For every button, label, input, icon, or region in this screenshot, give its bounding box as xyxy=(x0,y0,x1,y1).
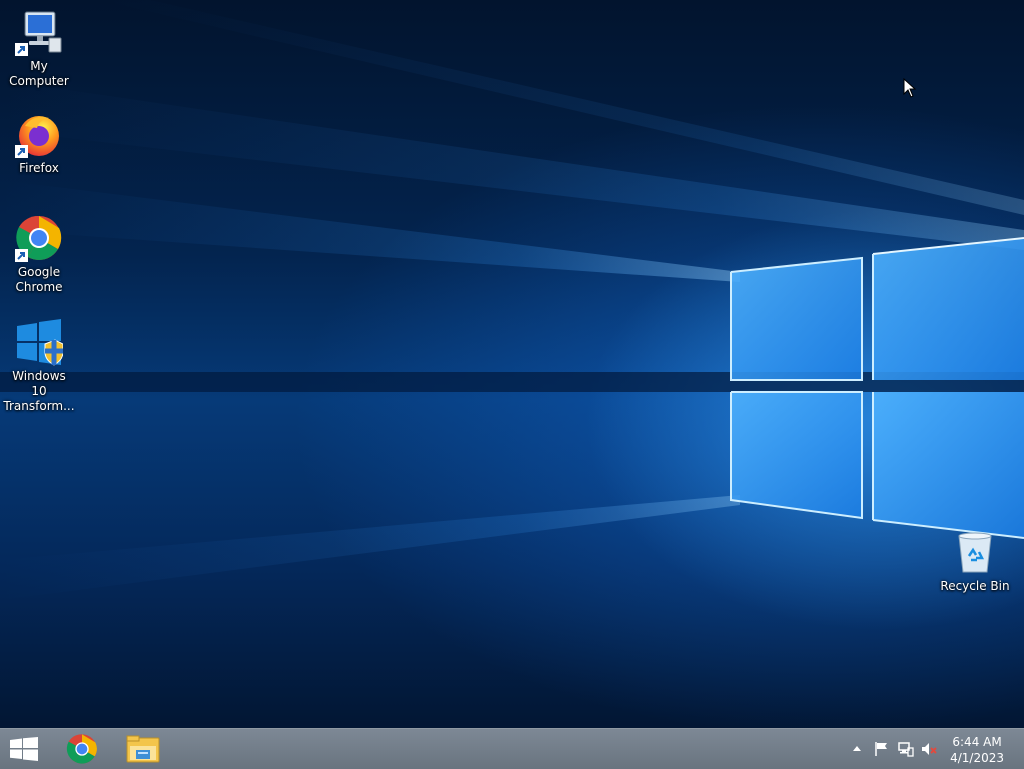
windows-shield-icon xyxy=(15,318,64,366)
show-hidden-icons-arrow[interactable] xyxy=(852,745,862,753)
volume-muted-icon[interactable] xyxy=(921,741,937,757)
firefox-desktop-icon[interactable]: Firefox xyxy=(0,110,78,176)
google-chrome-desktop-icon[interactable]: Google Chrome xyxy=(0,214,78,295)
network-icon[interactable] xyxy=(898,741,914,757)
my-computer-label: My Computer xyxy=(9,59,69,88)
clock-date: 4/1/2023 xyxy=(950,751,1004,765)
chrome-icon xyxy=(15,214,63,262)
windows10-transformation-desktop-icon[interactable]: Windows 10 Transform... xyxy=(0,318,78,414)
my-computer-desktop-icon[interactable]: My Computer xyxy=(0,8,78,89)
firefox-icon xyxy=(15,110,63,158)
taskbar-clock[interactable]: 6:44 AM 4/1/2023 xyxy=(950,734,1004,766)
mouse-pointer-icon xyxy=(903,78,917,98)
computer-icon xyxy=(15,8,63,56)
clock-time: 6:44 AM xyxy=(952,735,1002,749)
recycle-bin-desktop-icon[interactable]: Recycle Bin xyxy=(936,528,1014,594)
chrome-icon xyxy=(66,734,97,764)
taskbar-chrome-button[interactable] xyxy=(54,729,110,769)
firefox-label: Firefox xyxy=(19,161,59,175)
windows-logo-icon xyxy=(10,737,38,761)
start-button[interactable] xyxy=(0,729,48,769)
shortcut-arrow-icon xyxy=(15,145,28,158)
recycle-bin-label: Recycle Bin xyxy=(940,579,1010,593)
google-chrome-label: Google Chrome xyxy=(15,265,63,294)
windows10-transformation-label: Windows 10 Transform... xyxy=(3,369,75,413)
taskbar-file-explorer-button[interactable] xyxy=(115,729,171,769)
action-center-flag-icon[interactable] xyxy=(874,741,890,757)
shortcut-arrow-icon xyxy=(15,43,28,56)
recycle-bin-icon xyxy=(951,528,999,576)
file-explorer-icon xyxy=(126,735,160,763)
taskbar: 6:44 AM 4/1/2023 xyxy=(0,728,1024,769)
wallpaper-light-beams xyxy=(0,0,1024,600)
shortcut-arrow-icon xyxy=(15,249,28,262)
desktop-wallpaper: My Computer Firefox Google Chrome Window… xyxy=(0,0,1024,728)
